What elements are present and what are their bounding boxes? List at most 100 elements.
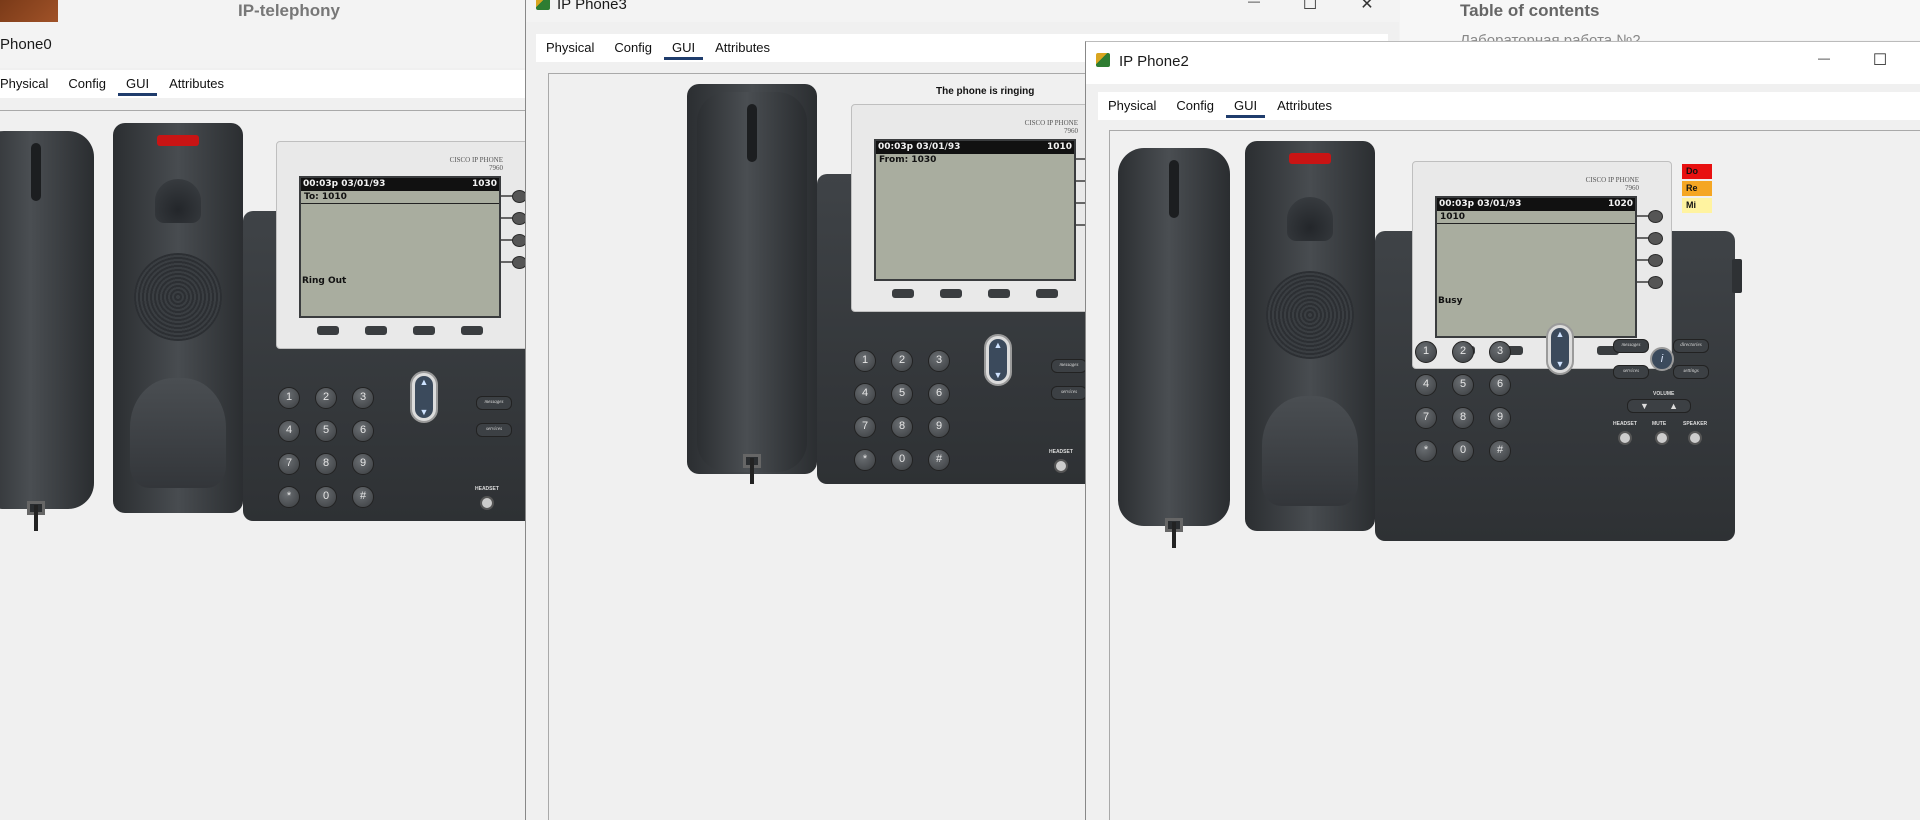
tab-attributes[interactable]: Attributes (1267, 92, 1342, 120)
softkey-2[interactable] (365, 326, 387, 335)
softkey-1[interactable] (317, 326, 339, 335)
messages-button[interactable]: messages (476, 396, 512, 410)
speaker-button[interactable] (1688, 431, 1702, 445)
line-button-2[interactable] (1648, 232, 1663, 245)
tab-physical[interactable]: Physical (536, 34, 604, 62)
volume-down-icon[interactable]: ▼ (1640, 400, 1649, 412)
key-7[interactable]: 7 (278, 453, 300, 475)
services-button[interactable]: services (1613, 365, 1649, 379)
key-8[interactable]: 8 (315, 453, 337, 475)
headset-button[interactable] (1054, 459, 1068, 473)
key-3[interactable]: 3 (1489, 341, 1511, 363)
tab-attributes[interactable]: Attributes (705, 34, 780, 62)
softkey-3[interactable] (988, 289, 1010, 298)
messages-button[interactable]: messages (1051, 359, 1087, 373)
key-4[interactable]: 4 (1415, 374, 1437, 396)
tab-gui[interactable]: GUI (1224, 92, 1267, 120)
maximize-button[interactable]: ☐ (1295, 0, 1325, 14)
message-led (1289, 153, 1331, 164)
handset[interactable] (697, 92, 807, 484)
softkey-4[interactable] (1036, 289, 1058, 298)
key-8[interactable]: 8 (891, 416, 913, 438)
key-1[interactable]: 1 (854, 350, 876, 372)
nav-rocker[interactable]: ▲ ▼ (410, 371, 438, 423)
line-button-2[interactable] (512, 212, 525, 225)
key-2[interactable]: 2 (1452, 341, 1474, 363)
tab-physical[interactable]: Physical (0, 70, 58, 98)
tab-config[interactable]: Config (58, 70, 116, 98)
maximize-button[interactable]: ☐ (1865, 50, 1895, 70)
key-7[interactable]: 7 (1415, 407, 1437, 429)
phone0-tabbar: Physical Config GUI Attributes (0, 70, 525, 98)
handset[interactable] (1118, 148, 1230, 548)
line-button-1[interactable] (1648, 210, 1663, 223)
softkey-4[interactable] (461, 326, 483, 335)
messages-button[interactable]: messages (1613, 339, 1649, 353)
handset[interactable] (0, 131, 94, 531)
headset-button[interactable] (480, 496, 494, 510)
key-3[interactable]: 3 (352, 387, 374, 409)
mute-button[interactable] (1655, 431, 1669, 445)
key-0[interactable]: 0 (1452, 440, 1474, 462)
key-6[interactable]: 6 (928, 383, 950, 405)
softkey-1[interactable] (892, 289, 914, 298)
tab-config[interactable]: Config (1166, 92, 1224, 120)
key-4[interactable]: 4 (278, 420, 300, 442)
key-5[interactable]: 5 (315, 420, 337, 442)
key-8[interactable]: 8 (1452, 407, 1474, 429)
key-5[interactable]: 5 (891, 383, 913, 405)
volume-rocker[interactable]: ▼ ▲ (1627, 399, 1691, 413)
softkey-3[interactable] (413, 326, 435, 335)
tab-gui[interactable]: GUI (662, 34, 705, 62)
tab-attributes[interactable]: Attributes (159, 70, 234, 98)
tab-gui[interactable]: GUI (116, 70, 159, 98)
key-0[interactable]: 0 (315, 486, 337, 508)
settings-button[interactable]: settings (1673, 365, 1709, 379)
line-button-3[interactable] (512, 234, 525, 247)
nav-rocker[interactable]: ▲ ▼ (984, 334, 1012, 386)
lcd-number: 1020 (1607, 199, 1633, 209)
key-7[interactable]: 7 (854, 416, 876, 438)
badge-re: Re (1682, 181, 1712, 196)
line-button-1[interactable] (512, 190, 525, 203)
softkey-2[interactable] (940, 289, 962, 298)
key-0[interactable]: 0 (891, 449, 913, 471)
line-button-4[interactable] (1648, 276, 1663, 289)
key-star[interactable]: * (854, 449, 876, 471)
minimize-button[interactable]: — (1809, 51, 1839, 65)
close-button[interactable]: ✕ (1352, 0, 1382, 14)
key-5[interactable]: 5 (1452, 374, 1474, 396)
key-2[interactable]: 2 (315, 387, 337, 409)
key-1[interactable]: 1 (1415, 341, 1437, 363)
key-star[interactable]: * (1415, 440, 1437, 462)
key-4[interactable]: 4 (854, 383, 876, 405)
key-2[interactable]: 2 (891, 350, 913, 372)
volume-up-icon[interactable]: ▲ (1669, 400, 1678, 412)
line-button-3[interactable] (1648, 254, 1663, 267)
key-6[interactable]: 6 (352, 420, 374, 442)
tab-physical[interactable]: Physical (1098, 92, 1166, 120)
line-button-4[interactable] (512, 256, 525, 269)
lcd-line2: 1010 (1437, 212, 1635, 224)
key-3[interactable]: 3 (928, 350, 950, 372)
phone2-titlebar[interactable]: IP Phone2 — ☐ (1086, 42, 1920, 84)
key-hash[interactable]: # (928, 449, 950, 471)
info-button[interactable]: i (1650, 347, 1674, 371)
directories-button[interactable]: directories (1673, 339, 1709, 353)
phone0-titlebar[interactable]: Phone0 (0, 26, 525, 68)
key-9[interactable]: 9 (928, 416, 950, 438)
tab-config[interactable]: Config (604, 34, 662, 62)
key-star[interactable]: * (278, 486, 300, 508)
services-button[interactable]: services (476, 423, 512, 437)
minimize-button[interactable]: — (1239, 0, 1269, 8)
key-9[interactable]: 9 (352, 453, 374, 475)
key-hash[interactable]: # (352, 486, 374, 508)
nav-rocker[interactable]: ▲ ▼ (1546, 323, 1574, 375)
key-6[interactable]: 6 (1489, 374, 1511, 396)
services-button[interactable]: services (1051, 386, 1087, 400)
key-9[interactable]: 9 (1489, 407, 1511, 429)
headset-button[interactable] (1618, 431, 1632, 445)
key-1[interactable]: 1 (278, 387, 300, 409)
phone3-titlebar[interactable]: IP Phone3 — ☐ ✕ (526, 0, 1399, 22)
key-hash[interactable]: # (1489, 440, 1511, 462)
